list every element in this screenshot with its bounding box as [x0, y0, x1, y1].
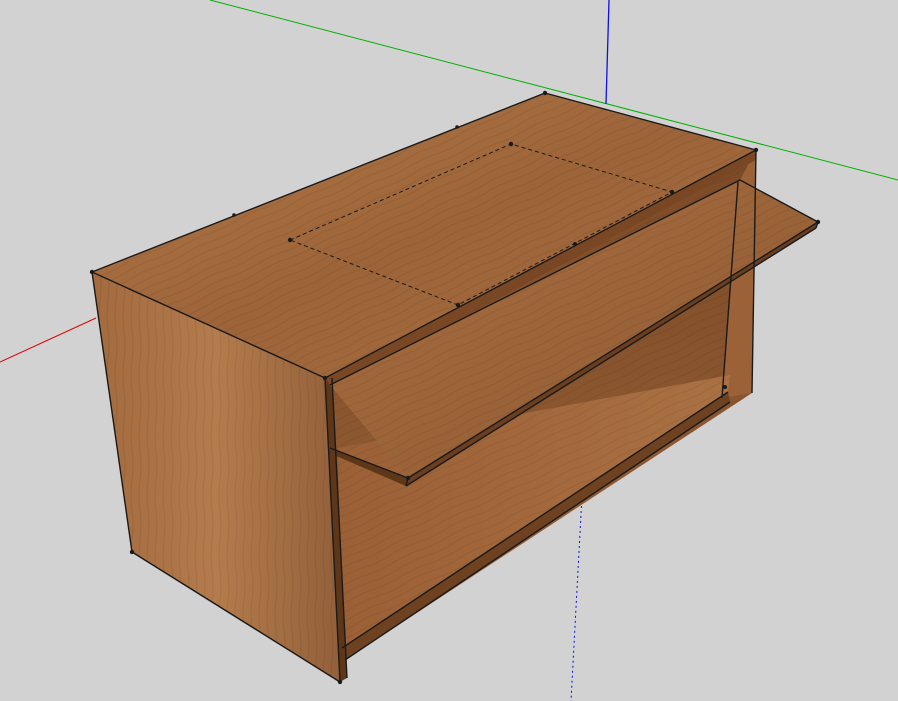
3d-viewport[interactable]	[0, 0, 898, 701]
model-canvas[interactable]	[0, 0, 898, 701]
